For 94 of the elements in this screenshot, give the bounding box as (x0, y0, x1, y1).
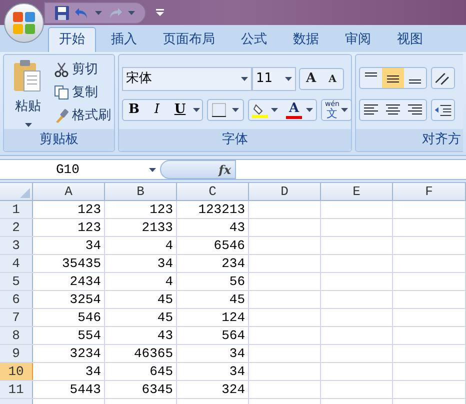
table-cell: 234 (177, 255, 249, 272)
table-cell: 3234 (33, 345, 105, 362)
indent-icon[interactable] (431, 99, 455, 121)
table-cell: 35435 (33, 255, 105, 272)
dropdown-arrow-icon[interactable] (306, 108, 313, 112)
table-cell: 45 (177, 291, 249, 308)
insert-function-button[interactable]: fx (218, 160, 231, 178)
name-box[interactable]: G10 (0, 160, 160, 179)
table-cell: 45 (105, 309, 177, 326)
scissors-icon (54, 62, 69, 77)
table-cell: 56 (177, 273, 249, 290)
grow-font-button[interactable]: A (300, 69, 322, 89)
table-cell: 645 (105, 363, 177, 380)
table-cell: 546 (33, 309, 105, 326)
dropdown-arrow-icon[interactable] (241, 77, 248, 81)
office-logo-icon (13, 12, 35, 34)
row-header[interactable]: 7 (0, 309, 33, 326)
customize-toolbar-icon[interactable] (156, 9, 164, 16)
row-header[interactable]: 1 (0, 201, 33, 218)
table-cell: 123 (33, 219, 105, 236)
column-header[interactable]: E (321, 183, 393, 200)
ribbon-tab[interactable]: 页面布局 (152, 27, 226, 52)
table-cell: 4 (105, 273, 177, 290)
ribbon-tab[interactable]: 插入 (100, 27, 148, 52)
table-cell: 3254 (33, 291, 105, 308)
copy-button[interactable]: 复制 (54, 82, 111, 103)
row-header[interactable]: 9 (0, 345, 33, 362)
paintbrush-icon (54, 108, 69, 123)
table-cell: 124 (177, 309, 249, 326)
borders-icon[interactable] (212, 103, 226, 117)
row-header[interactable]: 10 (0, 363, 33, 380)
font-size-field[interactable]: 11 (252, 67, 296, 91)
table-cell: 34 (105, 255, 177, 272)
row-header[interactable]: 2 (0, 219, 33, 236)
fill-color-icon[interactable] (252, 102, 268, 118)
dropdown-arrow-icon[interactable] (193, 108, 200, 112)
table-cell: 46365 (105, 345, 177, 362)
shrink-font-button[interactable]: A (322, 69, 343, 89)
ribbon-tab[interactable]: 视图 (386, 27, 434, 52)
dropdown-arrow-icon[interactable] (24, 122, 32, 126)
row-header[interactable]: 6 (0, 291, 33, 308)
row-header[interactable]: 11 (0, 381, 33, 398)
font-name-field[interactable]: 宋体 (122, 67, 252, 91)
column-header[interactable]: C (177, 183, 249, 200)
row-header[interactable]: 5 (0, 273, 33, 290)
bold-button[interactable]: B (123, 100, 145, 120)
table-cell: 45 (105, 291, 177, 308)
column-header[interactable]: B (105, 183, 177, 200)
table-cell: 4 (105, 237, 177, 254)
dropdown-arrow-icon[interactable] (271, 108, 278, 112)
table-cell: 5443 (33, 381, 105, 398)
row-header[interactable]: 8 (0, 327, 33, 344)
dropdown-arrow-icon[interactable] (149, 168, 156, 172)
format-painter-button[interactable]: 格式刷 (54, 105, 111, 126)
table-cell: 324 (177, 381, 249, 398)
ribbon-tab[interactable]: 公式 (230, 27, 278, 52)
group-label: 字体 (222, 131, 248, 150)
dropdown-arrow-icon[interactable] (341, 108, 348, 112)
column-header[interactable]: A (33, 183, 105, 200)
italic-button[interactable]: I (145, 100, 169, 120)
paste-button[interactable]: 粘贴 (8, 59, 48, 129)
table-cell: 123 (105, 201, 177, 218)
table-cell: 6546 (177, 237, 249, 254)
group-label: 剪贴板 (40, 131, 78, 150)
table-cell: 43 (177, 219, 249, 236)
ribbon-tab[interactable]: 审阅 (334, 27, 382, 52)
save-icon[interactable] (55, 6, 69, 20)
ribbon-tab[interactable]: 数据 (282, 27, 330, 52)
row-header[interactable]: 3 (0, 237, 33, 254)
table-cell: 34 (177, 363, 249, 380)
align-middle-icon[interactable] (382, 68, 404, 88)
table-cell: 43 (105, 327, 177, 344)
table-cell: 2133 (105, 219, 177, 236)
table-cell: 123 (33, 201, 105, 218)
table-cell: 34 (177, 345, 249, 362)
column-header[interactable]: D (249, 183, 321, 200)
dropdown-arrow-icon[interactable] (232, 108, 239, 112)
row-header[interactable]: 4 (0, 255, 33, 272)
table-cell: 34 (33, 363, 105, 380)
table-cell: 6345 (105, 381, 177, 398)
underline-button[interactable]: U (169, 100, 191, 120)
clipboard-icon (14, 59, 42, 93)
group-label: 对齐方 (422, 131, 461, 150)
table-cell: 564 (177, 327, 249, 344)
cut-button[interactable]: 剪切 (54, 59, 111, 80)
table-cell: 554 (33, 327, 105, 344)
copy-icon (54, 85, 69, 100)
table-cell: 123213 (177, 201, 249, 218)
dropdown-arrow-icon[interactable] (285, 77, 292, 81)
table-cell: 34 (33, 237, 105, 254)
text-orientation-icon[interactable] (431, 67, 455, 89)
column-header[interactable]: F (393, 183, 466, 200)
ribbon-tab[interactable]: 开始 (48, 27, 96, 52)
table-cell: 2434 (33, 273, 105, 290)
